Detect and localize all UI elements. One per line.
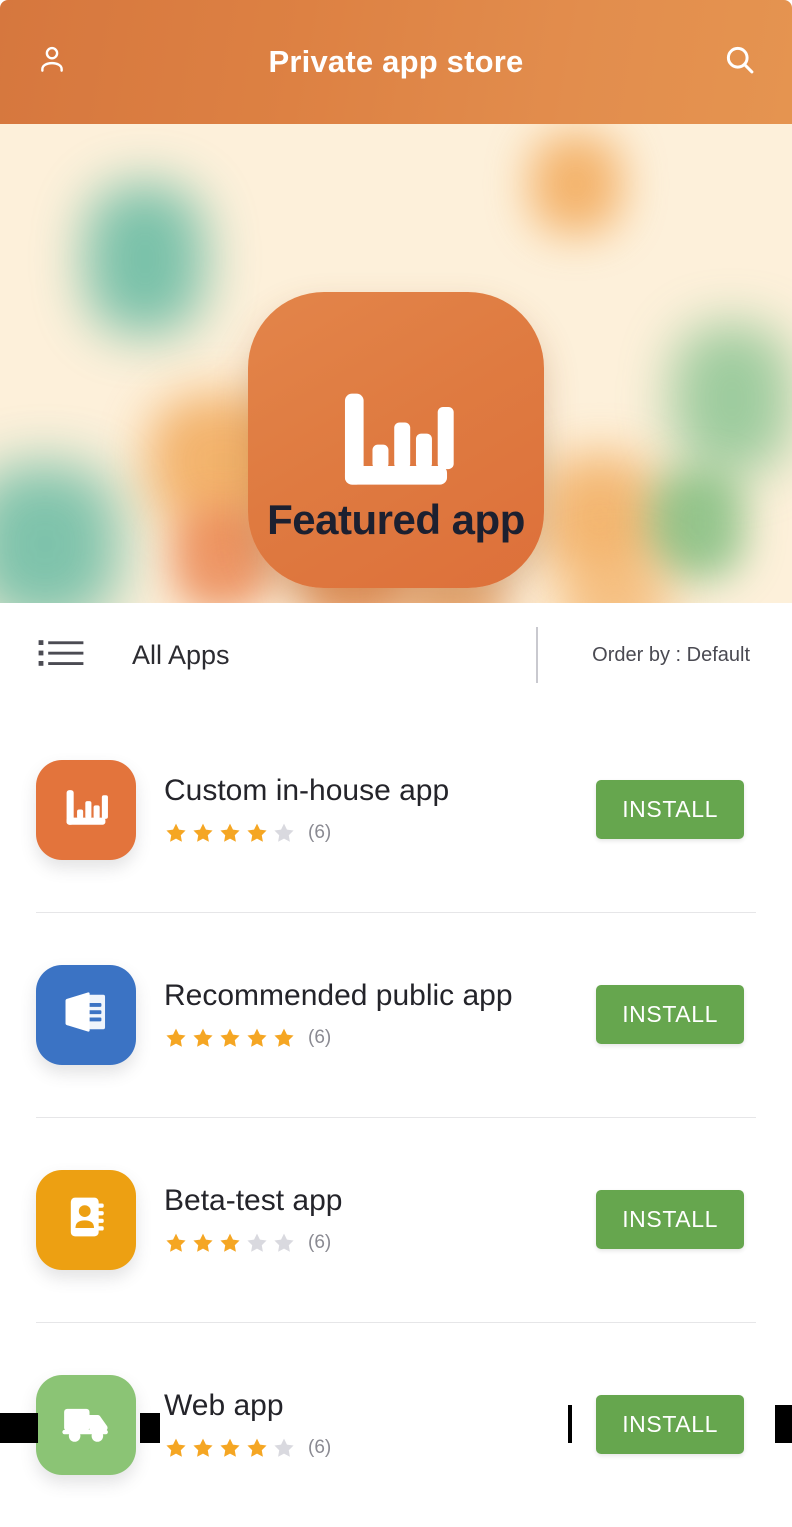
app-info: Web app (6): [136, 1389, 596, 1460]
review-count: (6): [308, 822, 332, 843]
app-name: Custom in-house app: [164, 774, 450, 807]
install-button[interactable]: INSTALL: [596, 780, 744, 839]
install-button[interactable]: INSTALL: [596, 985, 744, 1044]
app-icon: [36, 759, 136, 860]
decorative-blob: [530, 134, 622, 234]
star-filled-icon: [245, 1436, 269, 1460]
review-count: (6): [308, 1437, 332, 1458]
document-icon: [57, 983, 115, 1046]
delivery-truck-icon: [58, 1394, 114, 1455]
decorative-blob: [85, 184, 205, 334]
star-filled-icon: [218, 1436, 242, 1460]
app-list-item[interactable]: Web app (6) INSTALL: [0, 1322, 792, 1527]
star-filled-icon: [218, 1026, 242, 1050]
list-header: All Apps Order by : Default: [0, 603, 792, 707]
page-title: Private app store: [268, 44, 524, 79]
search-icon: [723, 43, 757, 82]
star-filled-icon: [245, 1026, 269, 1050]
star-filled-icon: [164, 1026, 188, 1050]
star-filled-icon: [164, 1436, 188, 1460]
star-filled-icon: [191, 1231, 215, 1255]
app-rating: (6): [164, 1436, 596, 1460]
star-filled-icon: [191, 821, 215, 845]
review-count: (6): [308, 1232, 332, 1253]
review-count: (6): [308, 1027, 332, 1048]
star-filled-icon: [245, 821, 269, 845]
install-button[interactable]: INSTALL: [596, 1190, 744, 1249]
star-empty-icon: [272, 1436, 296, 1460]
app-icon: [36, 964, 136, 1065]
decorative-blob: [560, 554, 670, 603]
app-list: Custom in-house app (6) INSTALL Recommended…: [0, 707, 792, 1527]
search-button[interactable]: [688, 43, 792, 82]
person-icon: [35, 42, 69, 83]
install-button[interactable]: INSTALL: [596, 1395, 744, 1454]
app-name: Web app: [164, 1389, 284, 1422]
app-rating: (6): [164, 1026, 596, 1050]
app-header: Private app store: [0, 0, 792, 124]
app-icon: [36, 1169, 136, 1270]
star-filled-icon: [191, 1436, 215, 1460]
star-filled-icon: [191, 1026, 215, 1050]
star-filled-icon: [218, 1231, 242, 1255]
window-chrome-right: [775, 1405, 792, 1443]
window-chrome-mid: [140, 1413, 160, 1443]
app-list-item[interactable]: Recommended public app (6) INSTALL: [0, 912, 792, 1117]
app-rating: (6): [164, 821, 596, 845]
account-button[interactable]: [0, 42, 104, 83]
app-rating: (6): [164, 1231, 596, 1255]
app-info: Custom in-house app (6): [136, 774, 596, 845]
all-apps-label: All Apps: [132, 639, 230, 670]
star-filled-icon: [272, 1026, 296, 1050]
app-icon: [36, 1374, 136, 1475]
star-empty-icon: [245, 1231, 269, 1255]
decorative-blob: [672, 324, 792, 474]
featured-app-hero[interactable]: Featured app: [0, 124, 792, 603]
list-icon: [38, 637, 84, 674]
order-by-selector[interactable]: Order by : Default: [538, 644, 792, 667]
star-filled-icon: [218, 821, 242, 845]
app-info: Recommended public app (6): [136, 979, 596, 1050]
app-list-item[interactable]: Beta-test app (6) INSTALL: [0, 1117, 792, 1322]
featured-app-caption: Featured app: [267, 496, 525, 543]
window-chrome-left: [0, 1413, 38, 1443]
star-filled-icon: [164, 1231, 188, 1255]
window-chrome-line: [568, 1405, 572, 1443]
bar-chart-icon: [325, 367, 467, 514]
app-name: Beta-test app: [164, 1184, 343, 1217]
contacts-book-icon: [59, 1190, 113, 1249]
app-list-item[interactable]: Custom in-house app (6) INSTALL: [0, 707, 792, 912]
app-name: Recommended public app: [164, 979, 513, 1012]
star-filled-icon: [164, 821, 188, 845]
all-apps-menu[interactable]: All Apps: [0, 637, 230, 674]
star-empty-icon: [272, 1231, 296, 1255]
app-info: Beta-test app (6): [136, 1184, 596, 1255]
bar-chart-icon: [59, 780, 113, 839]
star-empty-icon: [272, 821, 296, 845]
